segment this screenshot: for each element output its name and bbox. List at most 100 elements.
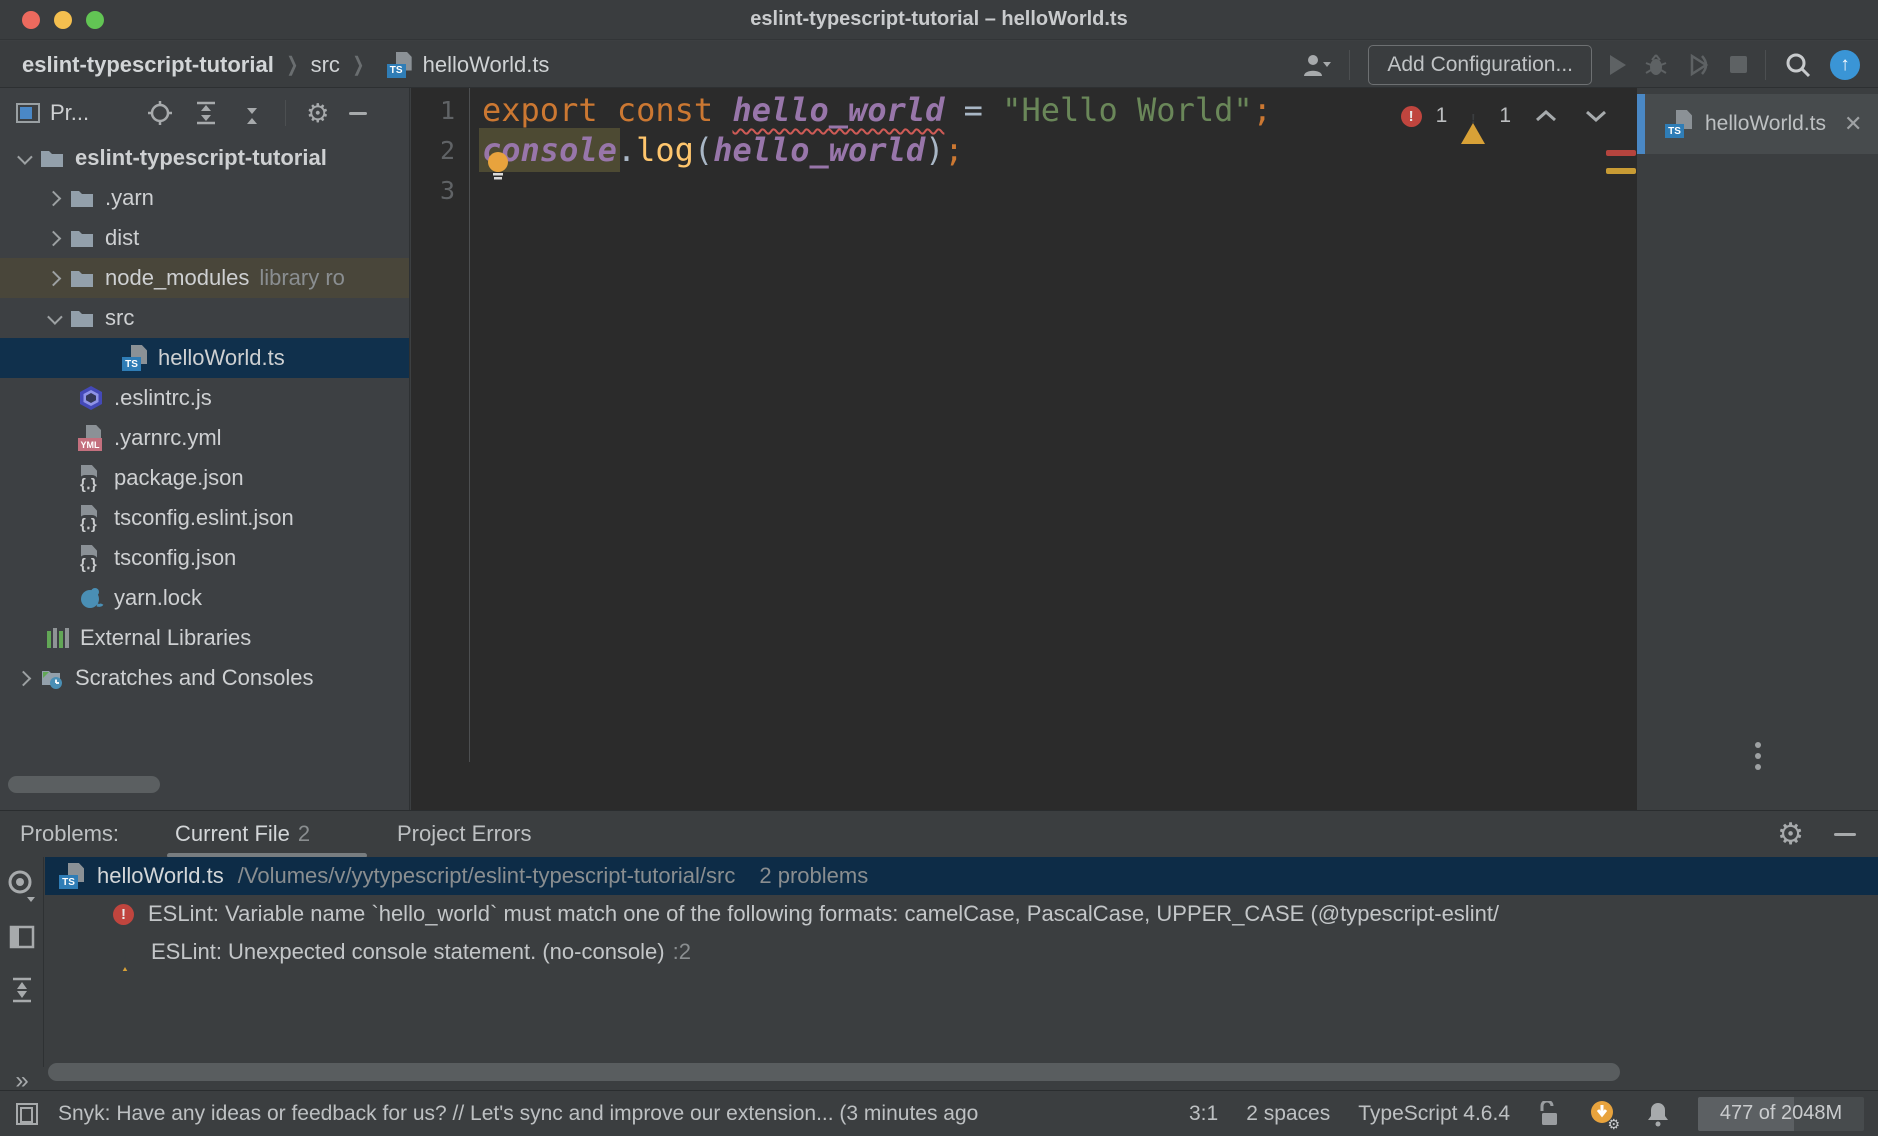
- debug-bug-icon[interactable]: [1644, 53, 1668, 77]
- problems-title: Problems:: [20, 821, 119, 847]
- chevron-down-icon[interactable]: [47, 309, 63, 325]
- close-tab-icon[interactable]: ✕: [1844, 111, 1862, 137]
- tree-item-tsconfig-json[interactable]: {․} tsconfig.json: [0, 538, 410, 578]
- project-horizontal-scrollbar[interactable]: [8, 776, 160, 793]
- typescript-file-icon: TS: [1665, 110, 1693, 138]
- tree-item-scratches[interactable]: Scratches and Consoles: [0, 658, 410, 698]
- project-panel-header: Pr... ⚙: [0, 88, 410, 138]
- tree-item-src[interactable]: src: [0, 298, 410, 338]
- hide-problems-panel-icon[interactable]: [1834, 833, 1856, 836]
- hello-world-identifier: hello_world: [732, 91, 944, 129]
- problems-file-row[interactable]: TS helloWorld.ts /Volumes/v/yytypescript…: [45, 857, 1878, 895]
- plugin-update-icon[interactable]: ⚙: [1588, 1099, 1618, 1129]
- unlock-icon[interactable]: [1538, 1101, 1560, 1127]
- gutter-divider: [469, 88, 470, 762]
- warning-count: 1: [1499, 104, 1511, 128]
- ide-window: eslint-typescript-tutorial – helloWorld.…: [0, 0, 1878, 1136]
- line-number: 1: [411, 96, 455, 125]
- folder-icon: [69, 265, 95, 291]
- chevron-down-icon[interactable]: [17, 149, 33, 165]
- code-line-2[interactable]: console.log(hello_world);: [482, 130, 964, 170]
- chevron-right-icon[interactable]: [46, 270, 62, 286]
- error-message: ESLint: Variable name `hello_world` must…: [148, 901, 1499, 927]
- expand-all-icon[interactable]: [193, 100, 219, 126]
- breadcrumb-dir[interactable]: src: [311, 52, 340, 78]
- collapse-all-icon[interactable]: [239, 100, 265, 126]
- breadcrumb-project[interactable]: eslint-typescript-tutorial: [22, 52, 274, 78]
- chevron-right-icon[interactable]: [46, 230, 62, 246]
- typescript-file-icon: TS: [387, 52, 413, 78]
- warning-count-icon: !: [1461, 106, 1485, 127]
- problems-settings-gear-icon[interactable]: ⚙: [1777, 817, 1804, 852]
- problems-file-name: helloWorld.ts: [97, 863, 224, 889]
- notifications-bell-icon[interactable]: [1646, 1101, 1670, 1127]
- tree-item-root[interactable]: eslint-typescript-tutorial: [0, 138, 410, 178]
- caret-position[interactable]: 3:1: [1189, 1102, 1218, 1126]
- warning-stripe-mark[interactable]: [1606, 168, 1636, 174]
- line-number: 3: [411, 176, 455, 205]
- typescript-version[interactable]: TypeScript 4.6.4: [1358, 1102, 1510, 1126]
- problems-file-path: /Volumes/v/yytypescript/eslint-typescrip…: [238, 863, 736, 889]
- tree-item-yarn[interactable]: .yarn: [0, 178, 410, 218]
- scratches-icon: [39, 665, 65, 691]
- tree-item-node-modules[interactable]: node_modules library ro: [0, 258, 410, 298]
- search-everywhere-icon[interactable]: [1784, 51, 1812, 79]
- inspection-widget[interactable]: ! 1 ! 1: [1401, 104, 1607, 128]
- tree-item-eslintrc[interactable]: .eslintrc.js: [0, 378, 410, 418]
- breadcrumb-file[interactable]: helloWorld.ts: [423, 52, 550, 78]
- problems-header: Problems: Current File2 Project Errors ⚙: [0, 811, 1878, 857]
- main-toolbar: eslint-typescript-tutorial ❯ src ❯ TS he…: [0, 41, 1878, 88]
- run-with-coverage-icon[interactable]: [1686, 52, 1712, 78]
- problems-horizontal-scrollbar[interactable]: [48, 1063, 1620, 1081]
- user-account-icon[interactable]: [1301, 52, 1331, 78]
- project-panel-title[interactable]: Pr...: [50, 100, 89, 126]
- problems-file-count: 2 problems: [759, 863, 868, 889]
- code-editor[interactable]: 1 2 3 export const hello_world = "Hello …: [411, 88, 1637, 810]
- tool-window-toggle-icon[interactable]: [16, 1103, 38, 1125]
- tree-item-dist[interactable]: dist: [0, 218, 410, 258]
- settings-gear-icon[interactable]: ⚙: [306, 98, 329, 129]
- add-configuration-button[interactable]: Add Configuration...: [1368, 45, 1592, 85]
- problem-count-badge: 2: [298, 821, 310, 846]
- memory-indicator[interactable]: 477 of 2048M: [1698, 1097, 1864, 1131]
- chevron-right-icon[interactable]: [46, 190, 62, 206]
- chevron-right-icon[interactable]: [16, 670, 32, 686]
- locate-file-icon[interactable]: [147, 100, 173, 126]
- tree-item-external-libraries[interactable]: External Libraries: [0, 618, 410, 658]
- problem-row-error[interactable]: ! ESLint: Variable name `hello_world` mu…: [45, 895, 1878, 933]
- problem-row-warning[interactable]: ! ESLint: Unexpected console statement. …: [45, 933, 1878, 971]
- quickfix-lightbulb-icon[interactable]: [485, 150, 511, 187]
- status-message[interactable]: Snyk: Have any ideas or feedback for us?…: [58, 1102, 978, 1126]
- selected-tab-accent: [1637, 94, 1645, 154]
- collapse-all-icon[interactable]: [0, 977, 44, 1003]
- title-bar: eslint-typescript-tutorial – helloWorld.…: [0, 0, 1878, 40]
- view-options-icon[interactable]: [0, 869, 44, 903]
- open-preview-icon[interactable]: [0, 925, 44, 949]
- project-view-icon: [16, 103, 40, 123]
- more-options-icon[interactable]: [1755, 742, 1761, 770]
- hide-panel-icon[interactable]: [349, 112, 367, 115]
- yaml-file-icon: YML: [78, 425, 104, 451]
- stop-button[interactable]: [1730, 56, 1747, 73]
- editor-tab-helloworld[interactable]: TS helloWorld.ts ✕: [1655, 94, 1862, 154]
- library-root-label: library ro: [259, 265, 345, 291]
- update-available-icon[interactable]: ↑: [1830, 50, 1860, 80]
- tab-project-errors[interactable]: Project Errors: [397, 821, 531, 847]
- tree-item-tsconfig-eslint-json[interactable]: {․} tsconfig.eslint.json: [0, 498, 410, 538]
- breadcrumb-separator-icon: ❯: [286, 52, 298, 77]
- tree-item-helloworld-ts[interactable]: TS helloWorld.ts: [0, 338, 410, 378]
- indent-setting[interactable]: 2 spaces: [1246, 1102, 1330, 1126]
- tab-current-file[interactable]: Current File2: [175, 821, 310, 847]
- tree-item-yarn-lock[interactable]: yarn.lock: [0, 578, 410, 618]
- folder-icon: [69, 305, 95, 331]
- run-button[interactable]: [1610, 55, 1626, 75]
- tree-item-yarnrc[interactable]: YML .yarnrc.yml: [0, 418, 410, 458]
- line-number: 2: [411, 136, 455, 165]
- error-stripe-mark[interactable]: [1606, 150, 1636, 156]
- toolbar-separator: [1765, 50, 1766, 80]
- next-problem-chevron-down-icon[interactable]: [1585, 109, 1607, 123]
- code-line-1[interactable]: export const hello_world = "Hello World"…: [482, 90, 1272, 130]
- previous-problem-chevron-up-icon[interactable]: [1535, 109, 1557, 123]
- yarn-lock-icon: [78, 585, 104, 611]
- tree-item-package-json[interactable]: {․} package.json: [0, 458, 410, 498]
